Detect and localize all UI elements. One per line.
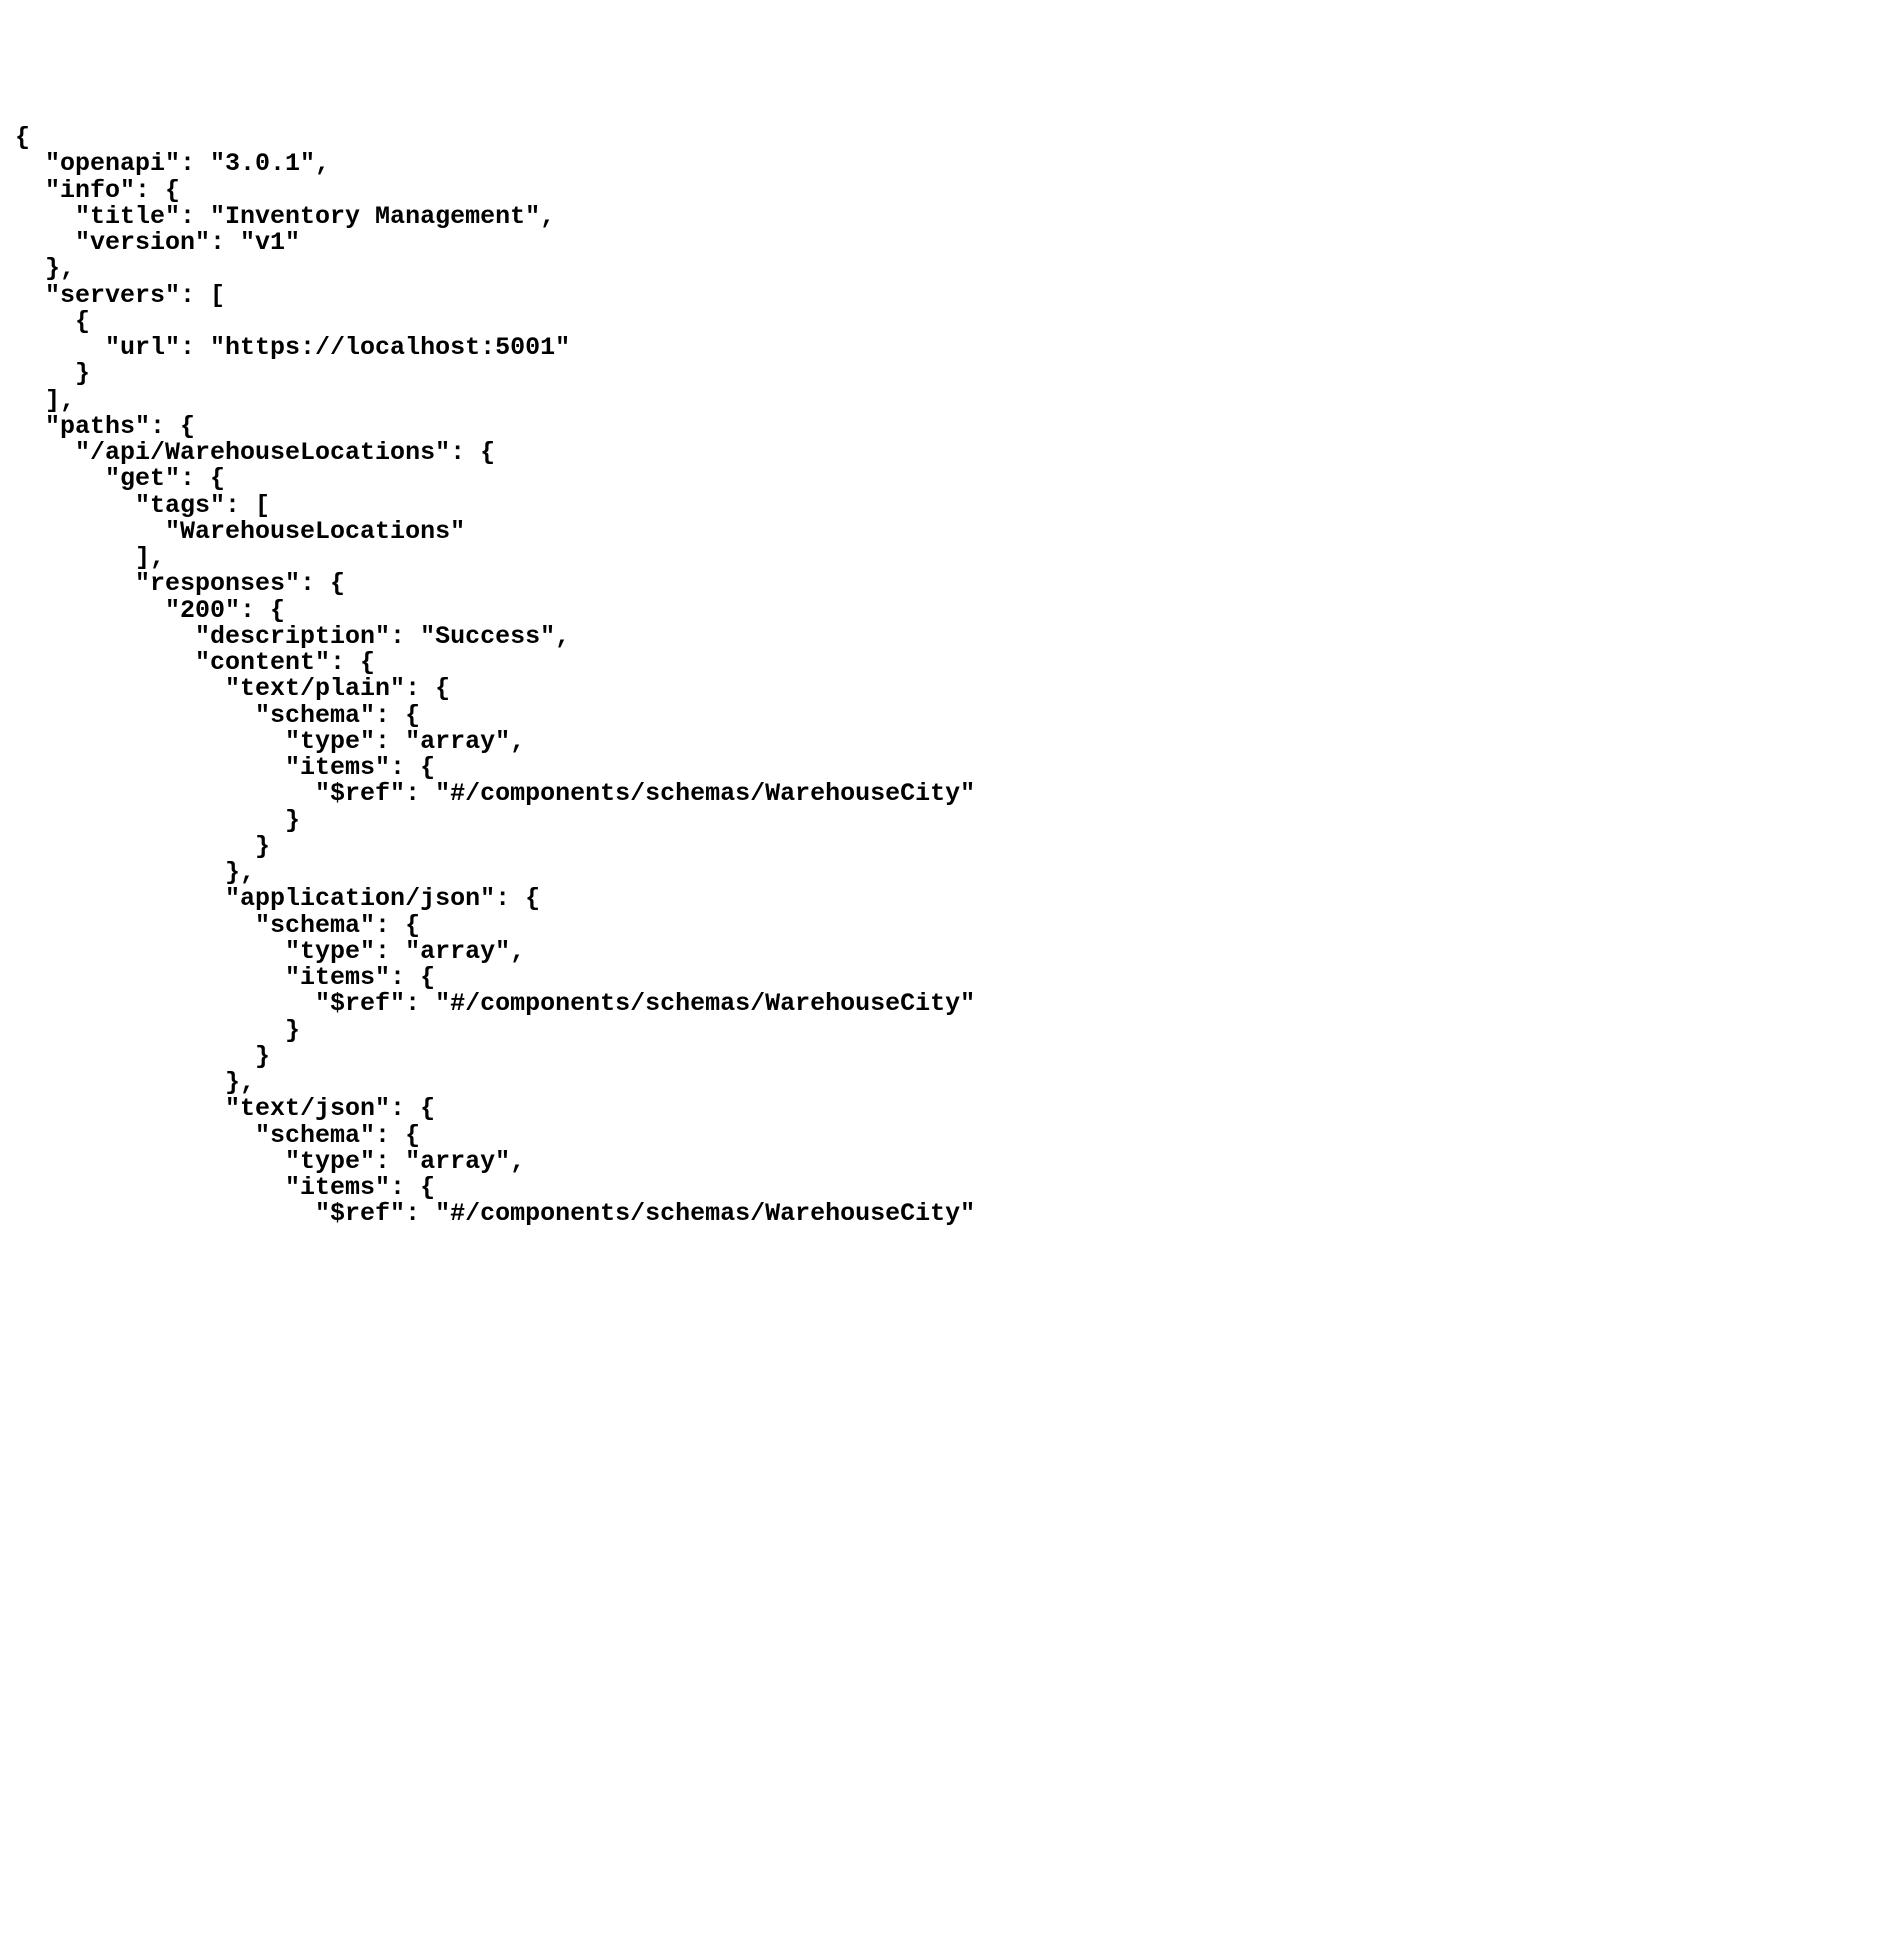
code-line: "WarehouseLocations"	[15, 519, 1865, 545]
code-line: "paths": {	[15, 414, 1865, 440]
code-line: },	[15, 1070, 1865, 1096]
code-block: { "openapi": "3.0.1", "info": { "title":…	[15, 125, 1865, 1228]
code-line: "type": "array",	[15, 1149, 1865, 1175]
code-line: "text/json": {	[15, 1096, 1865, 1122]
code-line: },	[15, 860, 1865, 886]
code-line: "items": {	[15, 1175, 1865, 1201]
code-line: },	[15, 256, 1865, 282]
code-line: "info": {	[15, 178, 1865, 204]
code-line: "type": "array",	[15, 939, 1865, 965]
code-line: "schema": {	[15, 1123, 1865, 1149]
code-line: "url": "https://localhost:5001"	[15, 335, 1865, 361]
code-line: "tags": [	[15, 493, 1865, 519]
code-line: "items": {	[15, 755, 1865, 781]
code-line: "openapi": "3.0.1",	[15, 151, 1865, 177]
code-line: "type": "array",	[15, 729, 1865, 755]
code-line: "200": {	[15, 598, 1865, 624]
code-line: }	[15, 1044, 1865, 1070]
code-line: }	[15, 834, 1865, 860]
code-line: ],	[15, 388, 1865, 414]
code-line: {	[15, 309, 1865, 335]
code-line: "schema": {	[15, 913, 1865, 939]
code-line: {	[15, 125, 1865, 151]
code-line: }	[15, 361, 1865, 387]
code-line: ],	[15, 545, 1865, 571]
code-line: "/api/WarehouseLocations": {	[15, 440, 1865, 466]
code-line: "content": {	[15, 650, 1865, 676]
code-line: "get": {	[15, 466, 1865, 492]
code-line: "text/plain": {	[15, 676, 1865, 702]
code-line: "items": {	[15, 965, 1865, 991]
code-line: "servers": [	[15, 283, 1865, 309]
code-line: "schema": {	[15, 703, 1865, 729]
code-line: "$ref": "#/components/schemas/WarehouseC…	[15, 1201, 1865, 1227]
code-line: "version": "v1"	[15, 230, 1865, 256]
code-line: "$ref": "#/components/schemas/WarehouseC…	[15, 781, 1865, 807]
code-line: "title": "Inventory Management",	[15, 204, 1865, 230]
code-line: }	[15, 1018, 1865, 1044]
code-line: "$ref": "#/components/schemas/WarehouseC…	[15, 991, 1865, 1017]
code-line: "responses": {	[15, 571, 1865, 597]
code-line: "application/json": {	[15, 886, 1865, 912]
code-line: "description": "Success",	[15, 624, 1865, 650]
code-line: }	[15, 808, 1865, 834]
